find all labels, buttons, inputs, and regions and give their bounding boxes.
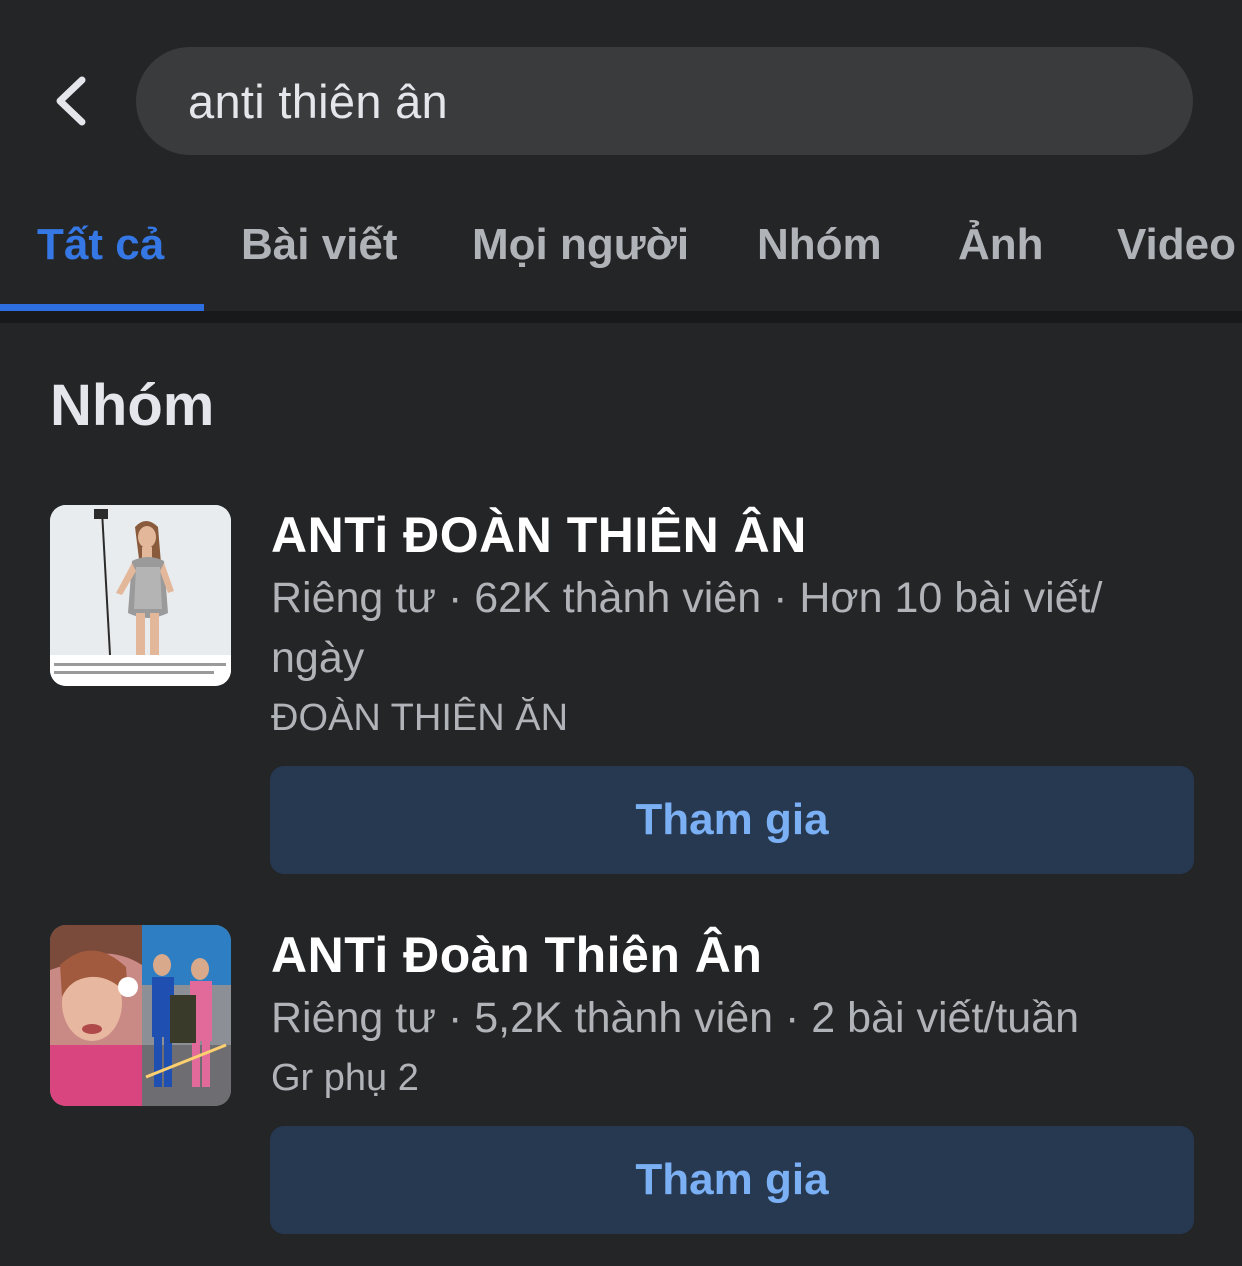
divider bbox=[0, 311, 1242, 323]
search-header: anti thiên ân bbox=[0, 0, 1242, 180]
chevron-left-icon bbox=[56, 76, 86, 126]
active-tab-indicator bbox=[0, 304, 204, 311]
search-input[interactable]: anti thiên ân bbox=[136, 47, 1193, 155]
group-name[interactable]: ANTi ĐOÀN THIÊN ÂN bbox=[271, 506, 807, 564]
join-button-label: Tham gia bbox=[635, 795, 829, 844]
tab-groups[interactable]: Nhóm bbox=[757, 220, 882, 270]
filter-tabs: Tất cả Bài viết Mọi người Nhóm Ảnh Video bbox=[0, 200, 1242, 312]
tab-people[interactable]: Mọi người bbox=[472, 220, 689, 270]
tab-photos[interactable]: Ảnh bbox=[958, 220, 1044, 270]
group-meta: Riêng tư · 5,2K thành viên · 2 bài viết/… bbox=[271, 994, 1080, 1042]
group-avatar[interactable] bbox=[50, 925, 231, 1106]
group-subtitle: ĐOÀN THIÊN ĂN bbox=[271, 697, 569, 739]
join-button-label: Tham gia bbox=[635, 1155, 829, 1204]
tab-videos[interactable]: Video bbox=[1117, 220, 1236, 270]
search-query: anti thiên ân bbox=[188, 74, 448, 128]
join-button[interactable]: Tham gia bbox=[270, 766, 1194, 874]
section-title: Nhóm bbox=[50, 373, 215, 438]
group-avatar[interactable] bbox=[50, 505, 231, 686]
group-meta: Riêng tư · 62K thành viên · Hơn 10 bài v… bbox=[271, 574, 1103, 682]
tab-posts[interactable]: Bài viết bbox=[241, 220, 398, 270]
back-button[interactable] bbox=[40, 70, 100, 132]
join-button[interactable]: Tham gia bbox=[270, 1126, 1194, 1234]
tab-all[interactable]: Tất cả bbox=[37, 220, 164, 270]
group-name[interactable]: ANTi Đoàn Thiên Ân bbox=[271, 926, 762, 984]
group-subtitle: Gr phụ 2 bbox=[271, 1057, 419, 1099]
